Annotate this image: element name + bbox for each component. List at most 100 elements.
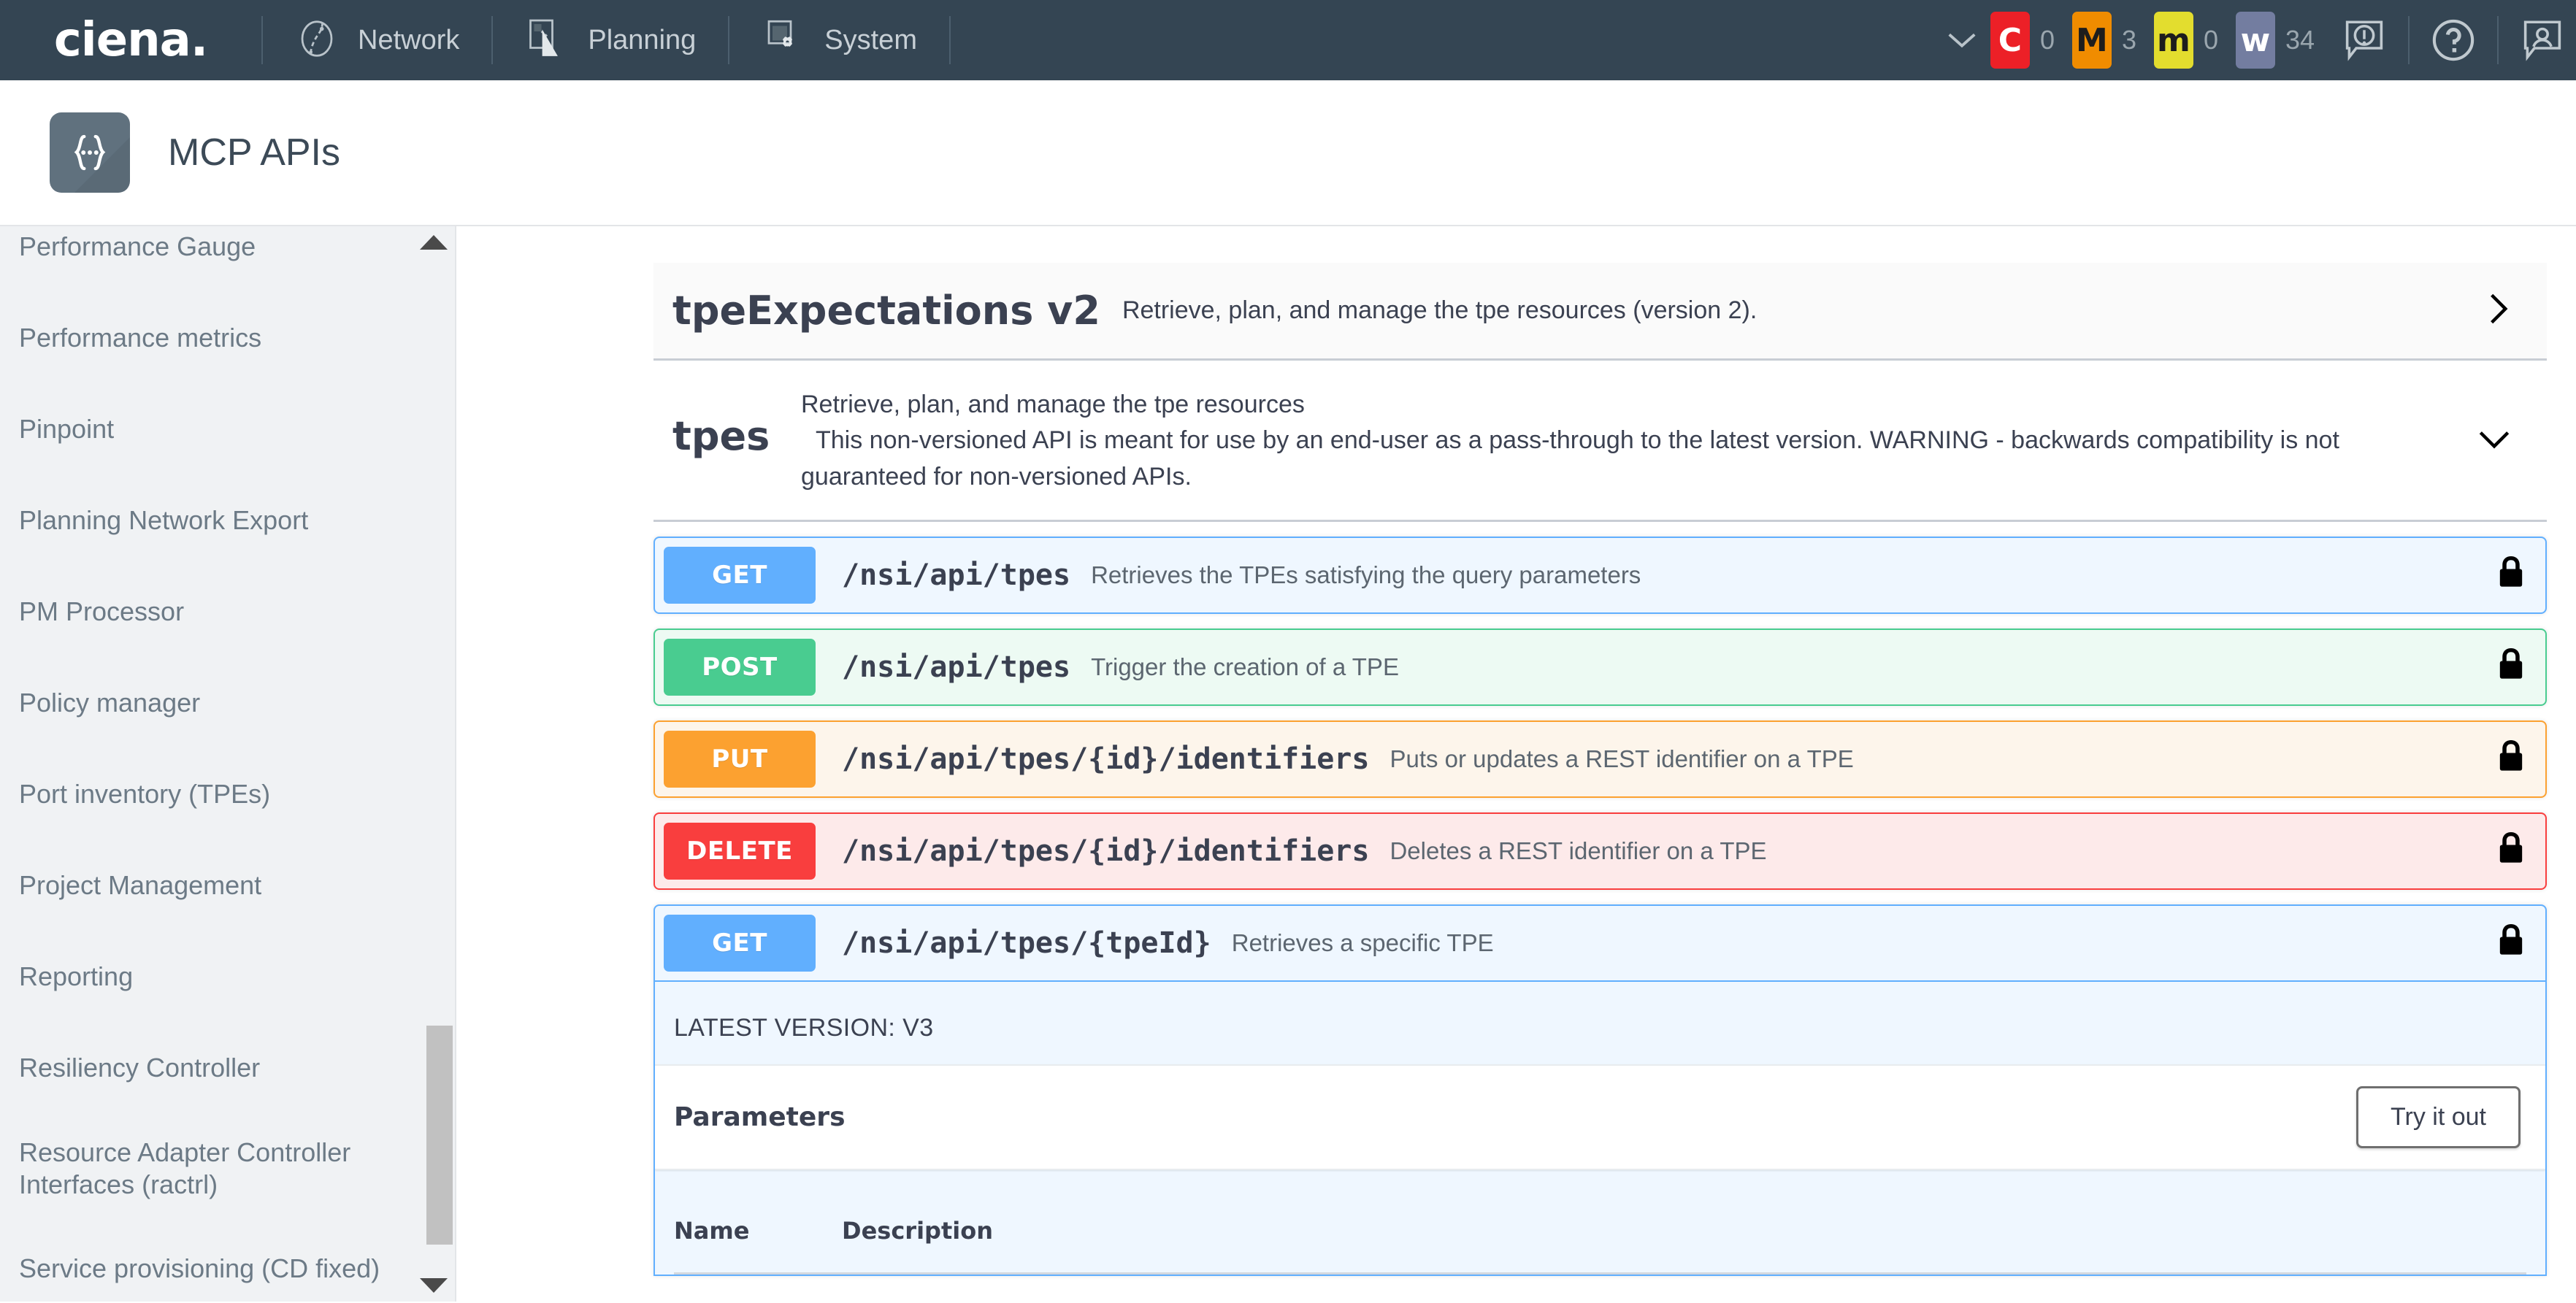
body-wrapper: Performance Gauge Performance metrics Pi… [0, 226, 2576, 1302]
http-method-badge: PUT [664, 730, 816, 788]
json-braces-icon [50, 112, 130, 193]
sidebar-item-reporting[interactable]: Reporting [0, 931, 456, 1023]
tag-header-tpes[interactable]: tpes Retrieve, plan, and manage the tpe … [653, 361, 2547, 522]
sidebar-item-port-inventory[interactable]: Port inventory (TPEs) [0, 749, 456, 840]
nav-item-planning[interactable]: Planning [493, 0, 728, 80]
sidebar-item-policy-manager[interactable]: Policy manager [0, 658, 456, 749]
tag-section-tpes: tpes Retrieve, plan, and manage the tpe … [653, 361, 2547, 1276]
nav-item-system[interactable]: System [729, 0, 949, 80]
operation-path: /nsi/api/tpes/{tpeId} [842, 926, 1211, 960]
sidebar-item-pinpoint[interactable]: Pinpoint [0, 384, 456, 475]
operation-get-tpes[interactable]: GET /nsi/api/tpes Retrieves the TPEs sat… [653, 536, 2547, 614]
sidebar-scroll-up-button[interactable] [420, 235, 448, 253]
system-gear-icon [762, 17, 805, 64]
user-account-icon[interactable] [2509, 0, 2576, 80]
parameters-title: Parameters [674, 1102, 846, 1132]
globe-network-icon [295, 17, 339, 64]
try-it-out-button[interactable]: Try it out [2356, 1085, 2521, 1148]
sidebar-item-label: Policy manager [19, 688, 201, 718]
swagger-ui: tpeExpectations v2 Retrieve, plan, and m… [456, 226, 2576, 1276]
operation-summary[interactable]: GET /nsi/api/tpes/{tpeId} Retrieves a sp… [655, 906, 2545, 982]
sidebar-item-label: Project Management [19, 870, 262, 901]
chevron-down-icon[interactable] [1945, 23, 1979, 57]
http-method-badge: GET [664, 546, 816, 604]
tag-description-line-1: Retrieve, plan, and manage the tpe resou… [801, 391, 1305, 418]
nav-item-label: Planning [588, 24, 697, 55]
tag-name: tpes [672, 413, 770, 459]
notifications-icon[interactable] [2331, 0, 2398, 80]
sidebar-item-label: Resiliency Controller [19, 1053, 261, 1083]
sidebar-item-label: Port inventory (TPEs) [19, 779, 271, 810]
operation-path: /nsi/api/tpes [842, 558, 1071, 592]
operation-get-tpe-by-id[interactable]: GET /nsi/api/tpes/{tpeId} Retrieves a sp… [653, 904, 2547, 1276]
parameters-table: Name Description [655, 1170, 2545, 1275]
sidebar-item-label: Pinpoint [19, 414, 115, 445]
alarm-minor[interactable]: m 0 [2153, 12, 2220, 69]
sidebar-scrollbar-thumb[interactable] [426, 1026, 453, 1245]
operation-body: LATEST VERSION: V3 Parameters Try it out… [655, 981, 2545, 1275]
sidebar: Performance Gauge Performance metrics Pi… [0, 226, 456, 1302]
chevron-down-icon[interactable] [2474, 383, 2515, 459]
parameters-table-header-row: Name Description [674, 1217, 2526, 1272]
sidebar-item-label: Performance metrics [19, 323, 262, 353]
planning-ruler-icon [525, 17, 569, 64]
sidebar-item-label: Service provisioning (CD fixed) [19, 1253, 380, 1284]
sidebar-item-performance-gauge[interactable]: Performance Gauge [0, 226, 456, 293]
operation-put-tpes-identifiers[interactable]: PUT /nsi/api/tpes/{id}/identifiers Puts … [653, 720, 2547, 798]
sidebar-item-pm-processor[interactable]: PM Processor [0, 566, 456, 658]
brand-logo-text: ciena. [53, 13, 208, 67]
sidebar-item-service-provisioning[interactable]: Service provisioning (CD fixed) [0, 1223, 456, 1302]
operation-summary[interactable]: PUT /nsi/api/tpes/{id}/identifiers Puts … [655, 722, 2545, 796]
sidebar-item-planning-network-export[interactable]: Planning Network Export [0, 475, 456, 566]
sidebar-item-label: Reporting [19, 961, 134, 992]
sidebar-scroll-down-button[interactable] [420, 1278, 448, 1296]
alarm-critical[interactable]: C 0 [1990, 12, 2056, 69]
sidebar-item-label: Planning Network Export [19, 505, 309, 536]
lock-icon[interactable] [2494, 646, 2528, 688]
column-header-name: Name [674, 1216, 750, 1245]
chevron-right-icon[interactable] [2483, 288, 2515, 333]
lock-icon[interactable] [2494, 738, 2528, 780]
operation-summary-text: Deletes a REST identifier on a TPE [1389, 837, 1767, 864]
nav-item-network[interactable]: Network [263, 0, 491, 80]
lock-icon[interactable] [2494, 554, 2528, 596]
operation-path: /nsi/api/tpes/{id}/identifiers [842, 834, 1370, 868]
sidebar-item-resiliency-controller[interactable]: Resiliency Controller [0, 1023, 456, 1114]
tag-description-line-2: This non-versioned API is meant for use … [801, 426, 2339, 491]
nav-divider [2408, 16, 2410, 64]
operation-summary-text: Retrieves a specific TPE [1231, 929, 1494, 956]
operation-summary[interactable]: POST /nsi/api/tpes Trigger the creation … [655, 630, 2545, 704]
nav-item-label: Network [358, 24, 460, 55]
lock-icon[interactable] [2494, 830, 2528, 872]
alarm-warning[interactable]: w 34 [2235, 12, 2315, 69]
page-title: MCP APIs [168, 131, 341, 174]
help-icon[interactable] [2420, 0, 2487, 80]
operation-delete-tpes-identifiers[interactable]: DELETE /nsi/api/tpes/{id}/identifiers De… [653, 812, 2547, 890]
operation-post-tpes[interactable]: POST /nsi/api/tpes Trigger the creation … [653, 628, 2547, 706]
app-title-band: MCP APIs [0, 80, 2576, 226]
sidebar-item-resource-adapter-controller-interfaces[interactable]: Resource Adapter Controller Interfaces (… [0, 1114, 456, 1223]
tag-section-tpeexpectations-v2: tpeExpectations v2 Retrieve, plan, and m… [653, 263, 2547, 361]
sidebar-item-performance-metrics[interactable]: Performance metrics [0, 293, 456, 384]
http-method-badge: POST [664, 638, 816, 696]
tag-description: Retrieve, plan, and manage the tpe resou… [1122, 296, 1757, 324]
alarm-count: 0 [2039, 25, 2055, 55]
ciena-logo[interactable]: ciena. [0, 0, 261, 80]
alarm-severity-badge: C [1990, 12, 2030, 69]
alarm-major[interactable]: M 3 [2071, 12, 2138, 69]
lock-icon[interactable] [2494, 922, 2528, 964]
parameters-table-divider [674, 1272, 2526, 1275]
triangle-down-icon [420, 1278, 448, 1293]
alarm-severity-badge: w [2235, 12, 2275, 69]
tag-header-tpeexpectations-v2[interactable]: tpeExpectations v2 Retrieve, plan, and m… [653, 263, 2547, 361]
tag-description: Retrieve, plan, and manage the tpe resou… [801, 383, 2459, 495]
operation-path: /nsi/api/tpes/{id}/identifiers [842, 742, 1370, 776]
sidebar-item-project-management[interactable]: Project Management [0, 840, 456, 931]
operation-summary[interactable]: DELETE /nsi/api/tpes/{id}/identifiers De… [655, 814, 2545, 888]
operation-summary-text: Puts or updates a REST identifier on a T… [1389, 745, 1854, 772]
main-content: tpeExpectations v2 Retrieve, plan, and m… [456, 226, 2576, 1302]
nav-right-group: C 0 M 3 m 0 w 34 [1945, 0, 2576, 80]
operation-summary[interactable]: GET /nsi/api/tpes Retrieves the TPEs sat… [655, 538, 2545, 612]
top-navigation-bar: ciena. Network Planning System C 0 M 3 m… [0, 0, 2576, 80]
sidebar-item-label: PM Processor [19, 596, 185, 627]
